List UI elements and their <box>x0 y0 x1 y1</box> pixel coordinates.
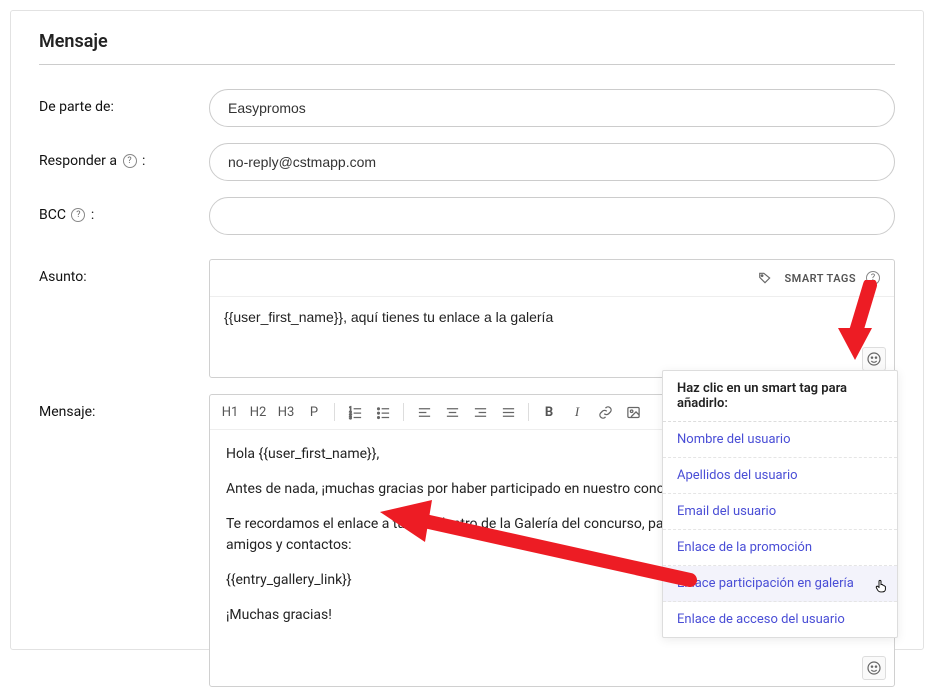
align-right-button[interactable] <box>470 401 490 423</box>
smart-tag-item-label: Enlace participación en galería <box>677 576 854 591</box>
help-icon[interactable]: ? <box>866 271 880 285</box>
subject-editor: SMART TAGS ? <box>209 259 895 378</box>
smart-tags-button[interactable]: SMART TAGS <box>785 272 856 285</box>
label-message: Mensaje: <box>39 394 209 420</box>
image-button[interactable] <box>623 401 643 423</box>
label-bcc: BCC ? : <box>39 197 209 223</box>
row-bcc: BCC ? : <box>39 197 895 235</box>
bold-button[interactable]: B <box>539 401 559 423</box>
emoji-button[interactable] <box>862 656 886 680</box>
toolbar-separator <box>334 403 335 421</box>
svg-text:3: 3 <box>349 415 352 419</box>
label-bcc-text: BCC <box>39 207 66 223</box>
h2-button[interactable]: H2 <box>248 401 268 423</box>
tag-icon[interactable] <box>753 266 777 290</box>
align-center-button[interactable] <box>442 401 462 423</box>
align-left-button[interactable] <box>414 401 434 423</box>
align-justify-button[interactable] <box>498 401 518 423</box>
label-subject: Asunto: <box>39 259 209 285</box>
h1-button[interactable]: H1 <box>220 401 240 423</box>
smart-tag-item[interactable]: Email del usuario <box>663 494 897 530</box>
h3-button[interactable]: H3 <box>276 401 296 423</box>
cursor-hand-icon <box>873 577 889 599</box>
link-button[interactable] <box>595 401 615 423</box>
ordered-list-button[interactable]: 123 <box>345 401 365 423</box>
from-input[interactable] <box>209 89 895 127</box>
emoji-button[interactable] <box>862 347 886 371</box>
panel-title: Mensaje <box>39 31 895 52</box>
toolbar-separator <box>403 403 404 421</box>
toolbar-separator <box>528 403 529 421</box>
unordered-list-button[interactable] <box>373 401 393 423</box>
smart-tag-item[interactable]: Apellidos del usuario <box>663 458 897 494</box>
help-icon[interactable]: ? <box>71 208 85 222</box>
row-reply-to: Responder a ? : <box>39 143 895 181</box>
smart-tag-item[interactable]: Nombre del usuario <box>663 422 897 458</box>
label-from: De parte de: <box>39 89 209 115</box>
subject-input[interactable] <box>210 297 894 343</box>
smart-tags-popover: Haz clic en un smart tag para añadirlo: … <box>662 370 898 638</box>
help-icon[interactable]: ? <box>123 154 137 168</box>
popover-title: Haz clic en un smart tag para añadirlo: <box>663 371 897 422</box>
reply-to-input[interactable] <box>209 143 895 181</box>
italic-button[interactable]: I <box>567 401 587 423</box>
smart-tag-item[interactable]: Enlace de acceso del usuario <box>663 602 897 637</box>
label-reply-to-text: Responder a <box>39 153 117 169</box>
label-reply-to: Responder a ? : <box>39 143 209 169</box>
bcc-input[interactable] <box>209 197 895 235</box>
row-from: De parte de: <box>39 89 895 127</box>
title-divider <box>39 64 895 65</box>
p-button[interactable]: P <box>304 401 324 423</box>
colon: : <box>142 153 145 169</box>
colon: : <box>91 207 94 223</box>
subject-editor-header: SMART TAGS ? <box>210 260 894 297</box>
smart-tag-item-highlighted[interactable]: Enlace participación en galería <box>663 566 897 602</box>
smart-tag-item[interactable]: Enlace de la promoción <box>663 530 897 566</box>
row-subject: Asunto: SMART TAGS ? <box>39 259 895 378</box>
